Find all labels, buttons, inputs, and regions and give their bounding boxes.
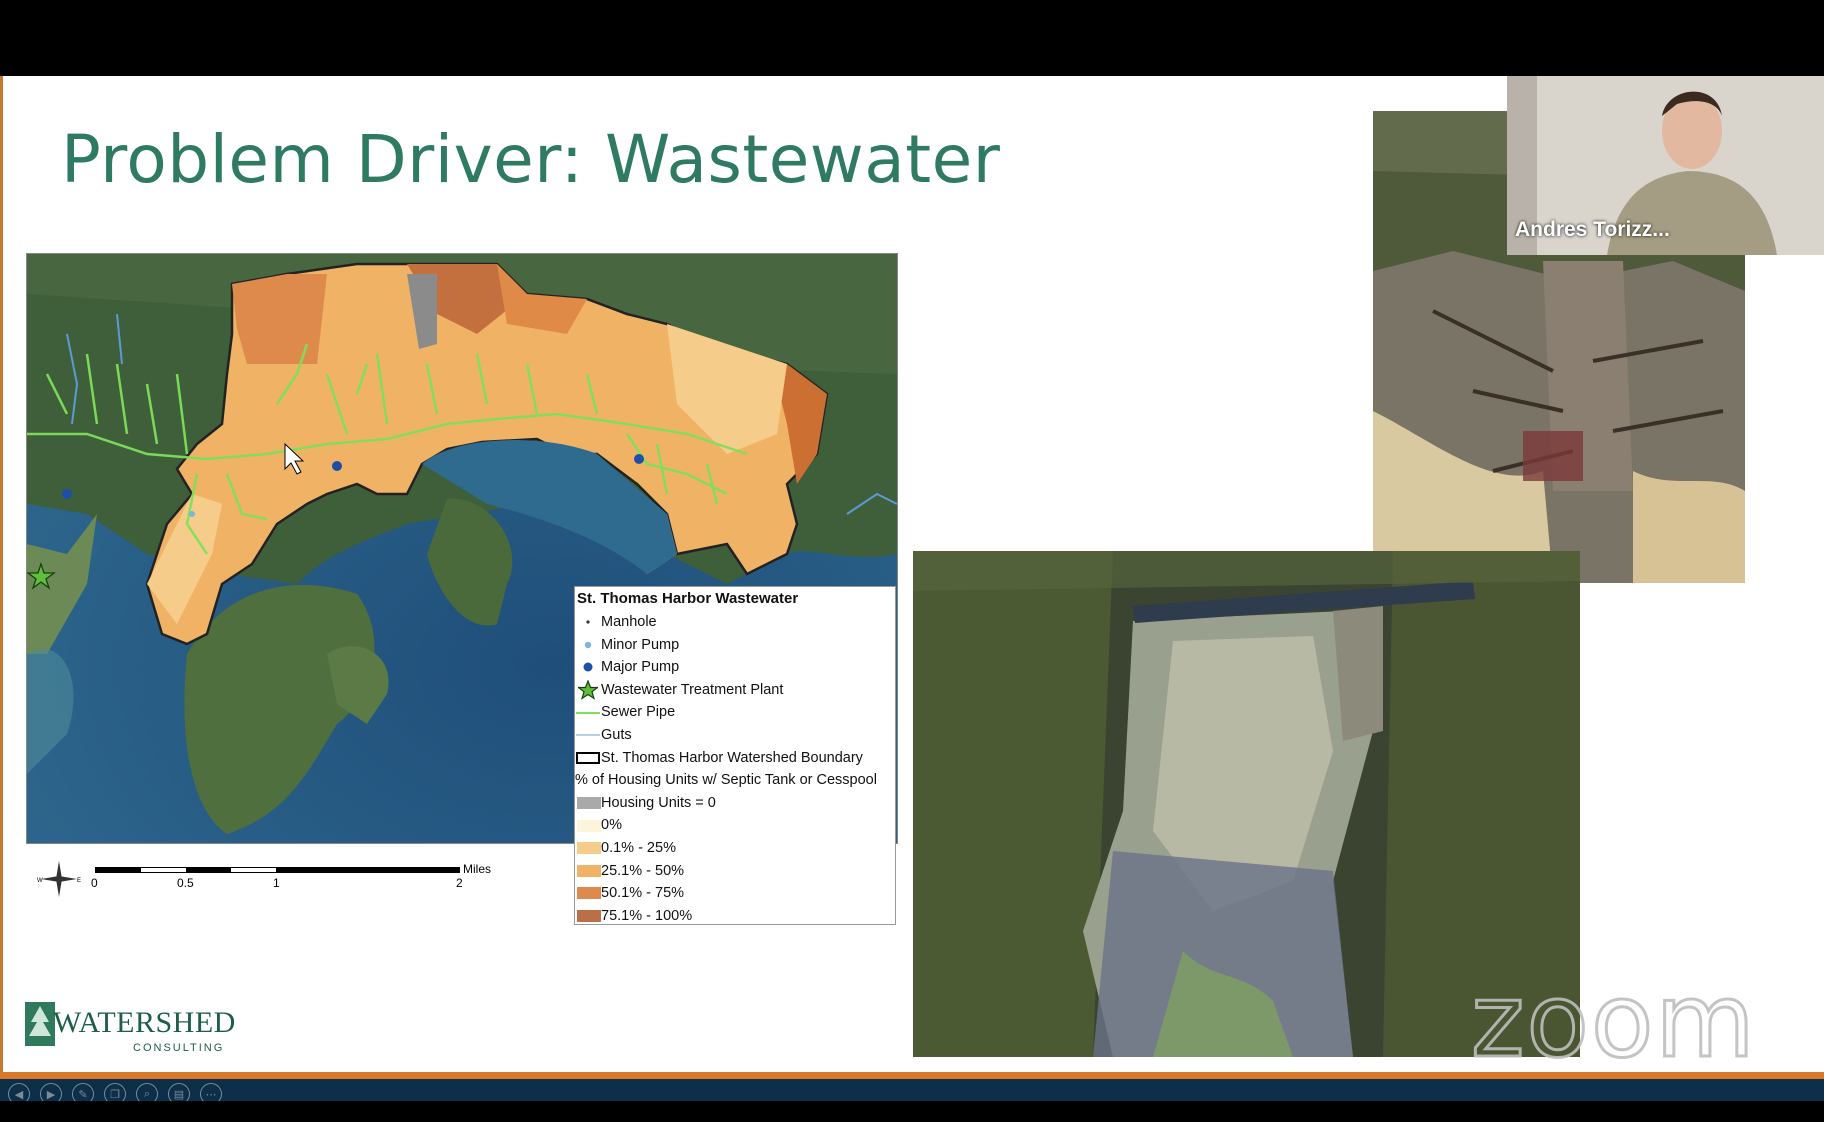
swatch-icon <box>576 797 601 810</box>
legend-class-row: Housing Units = 0 <box>575 792 895 815</box>
slide-title: Problem Driver: Wastewater <box>61 121 1001 198</box>
logo-wordmark: WATERSHED <box>53 1006 236 1039</box>
swatch-icon <box>576 910 601 923</box>
scale-tick: 2 <box>456 876 463 890</box>
scale-unit: Miles <box>463 862 491 876</box>
legend-item-sewer-pipe: Sewer Pipe <box>575 701 895 724</box>
legend-label: Guts <box>601 726 632 743</box>
small-dot-icon <box>575 619 601 625</box>
legend-label: 0.1% - 25% <box>601 839 676 856</box>
black-outline-box-icon <box>575 751 601 764</box>
legend-label: Minor Pump <box>601 636 680 653</box>
slideshow-control-bar <box>0 1079 1824 1101</box>
north-arrow-icon: W E <box>37 861 81 897</box>
zoom-watermark: zoom <box>1470 961 1757 1083</box>
legend-class-row: 25.1% - 50% <box>575 860 895 883</box>
legend-label: Major Pump <box>601 659 680 676</box>
legend-subheading: % of Housing Units w/ Septic Tank or Ces… <box>575 769 895 792</box>
legend-item-watershed-boundary: St. Thomas Harbor Watershed Boundary <box>575 747 895 770</box>
legend-label: Sewer Pipe <box>601 704 676 721</box>
legend-label: 0% <box>601 817 622 834</box>
svg-text:E: E <box>77 878 81 884</box>
scale-tick: 1 <box>273 876 280 890</box>
participant-video-tile[interactable]: Andres Torizz... <box>1507 76 1824 255</box>
legend-subheading-text: % of Housing Units w/ Septic Tank or Ces… <box>575 772 877 789</box>
green-star-icon <box>575 680 601 700</box>
swatch-icon <box>576 842 601 855</box>
legend-label: Manhole <box>601 614 657 630</box>
top-black-bar <box>0 0 1824 76</box>
participant-name-label: Andres Torizz... <box>1515 218 1670 241</box>
logo-subtext: CONSULTING <box>133 1042 225 1054</box>
legend-item-manhole: Manhole <box>575 611 895 634</box>
bottom-black-bar <box>0 1101 1824 1122</box>
legend-class-row: 0.1% - 25% <box>575 837 895 860</box>
svg-text:W: W <box>37 878 43 884</box>
scale-tick: 0 <box>91 876 98 890</box>
legend-label: 25.1% - 50% <box>601 862 685 879</box>
watershed-consulting-logo: WATERSHED CONSULTING <box>25 1000 245 1064</box>
legend-item-treatment-plant: Wastewater Treatment Plant <box>575 679 895 702</box>
tree-logo-icon <box>25 1002 55 1046</box>
legend-label: St. Thomas Harbor Watershed Boundary <box>601 749 863 766</box>
legend-label: 50.1% - 75% <box>601 885 685 902</box>
swatch-icon <box>576 819 601 832</box>
legend-label: Housing Units = 0 <box>601 794 716 811</box>
legend-class-row: 50.1% - 75% <box>575 882 895 905</box>
swatch-icon <box>576 864 601 877</box>
slide-accent-rule <box>0 1072 1824 1079</box>
green-line-icon <box>575 710 601 716</box>
map-scale-bar: W E 0 0.5 1 2 Miles <box>33 859 513 909</box>
light-blue-dot-icon <box>575 640 601 650</box>
scale-tick: 0.5 <box>177 876 194 890</box>
legend-item-major-pump: Major Pump <box>575 656 895 679</box>
map-legend: St. Thomas Harbor Wastewater Manhole Min… <box>574 586 896 925</box>
dark-blue-dot-icon <box>575 661 601 673</box>
legend-item-minor-pump: Minor Pump <box>575 634 895 657</box>
legend-label: 75.1% - 100% <box>601 907 693 924</box>
swatch-icon <box>576 887 601 900</box>
legend-item-guts: Guts <box>575 724 895 747</box>
legend-class-row: 0% <box>575 814 895 837</box>
legend-title: St. Thomas Harbor Wastewater <box>577 590 799 607</box>
blue-line-icon <box>575 732 601 738</box>
legend-class-row: 75.1% - 100% <box>575 905 895 928</box>
legend-label: Wastewater Treatment Plant <box>601 681 784 698</box>
